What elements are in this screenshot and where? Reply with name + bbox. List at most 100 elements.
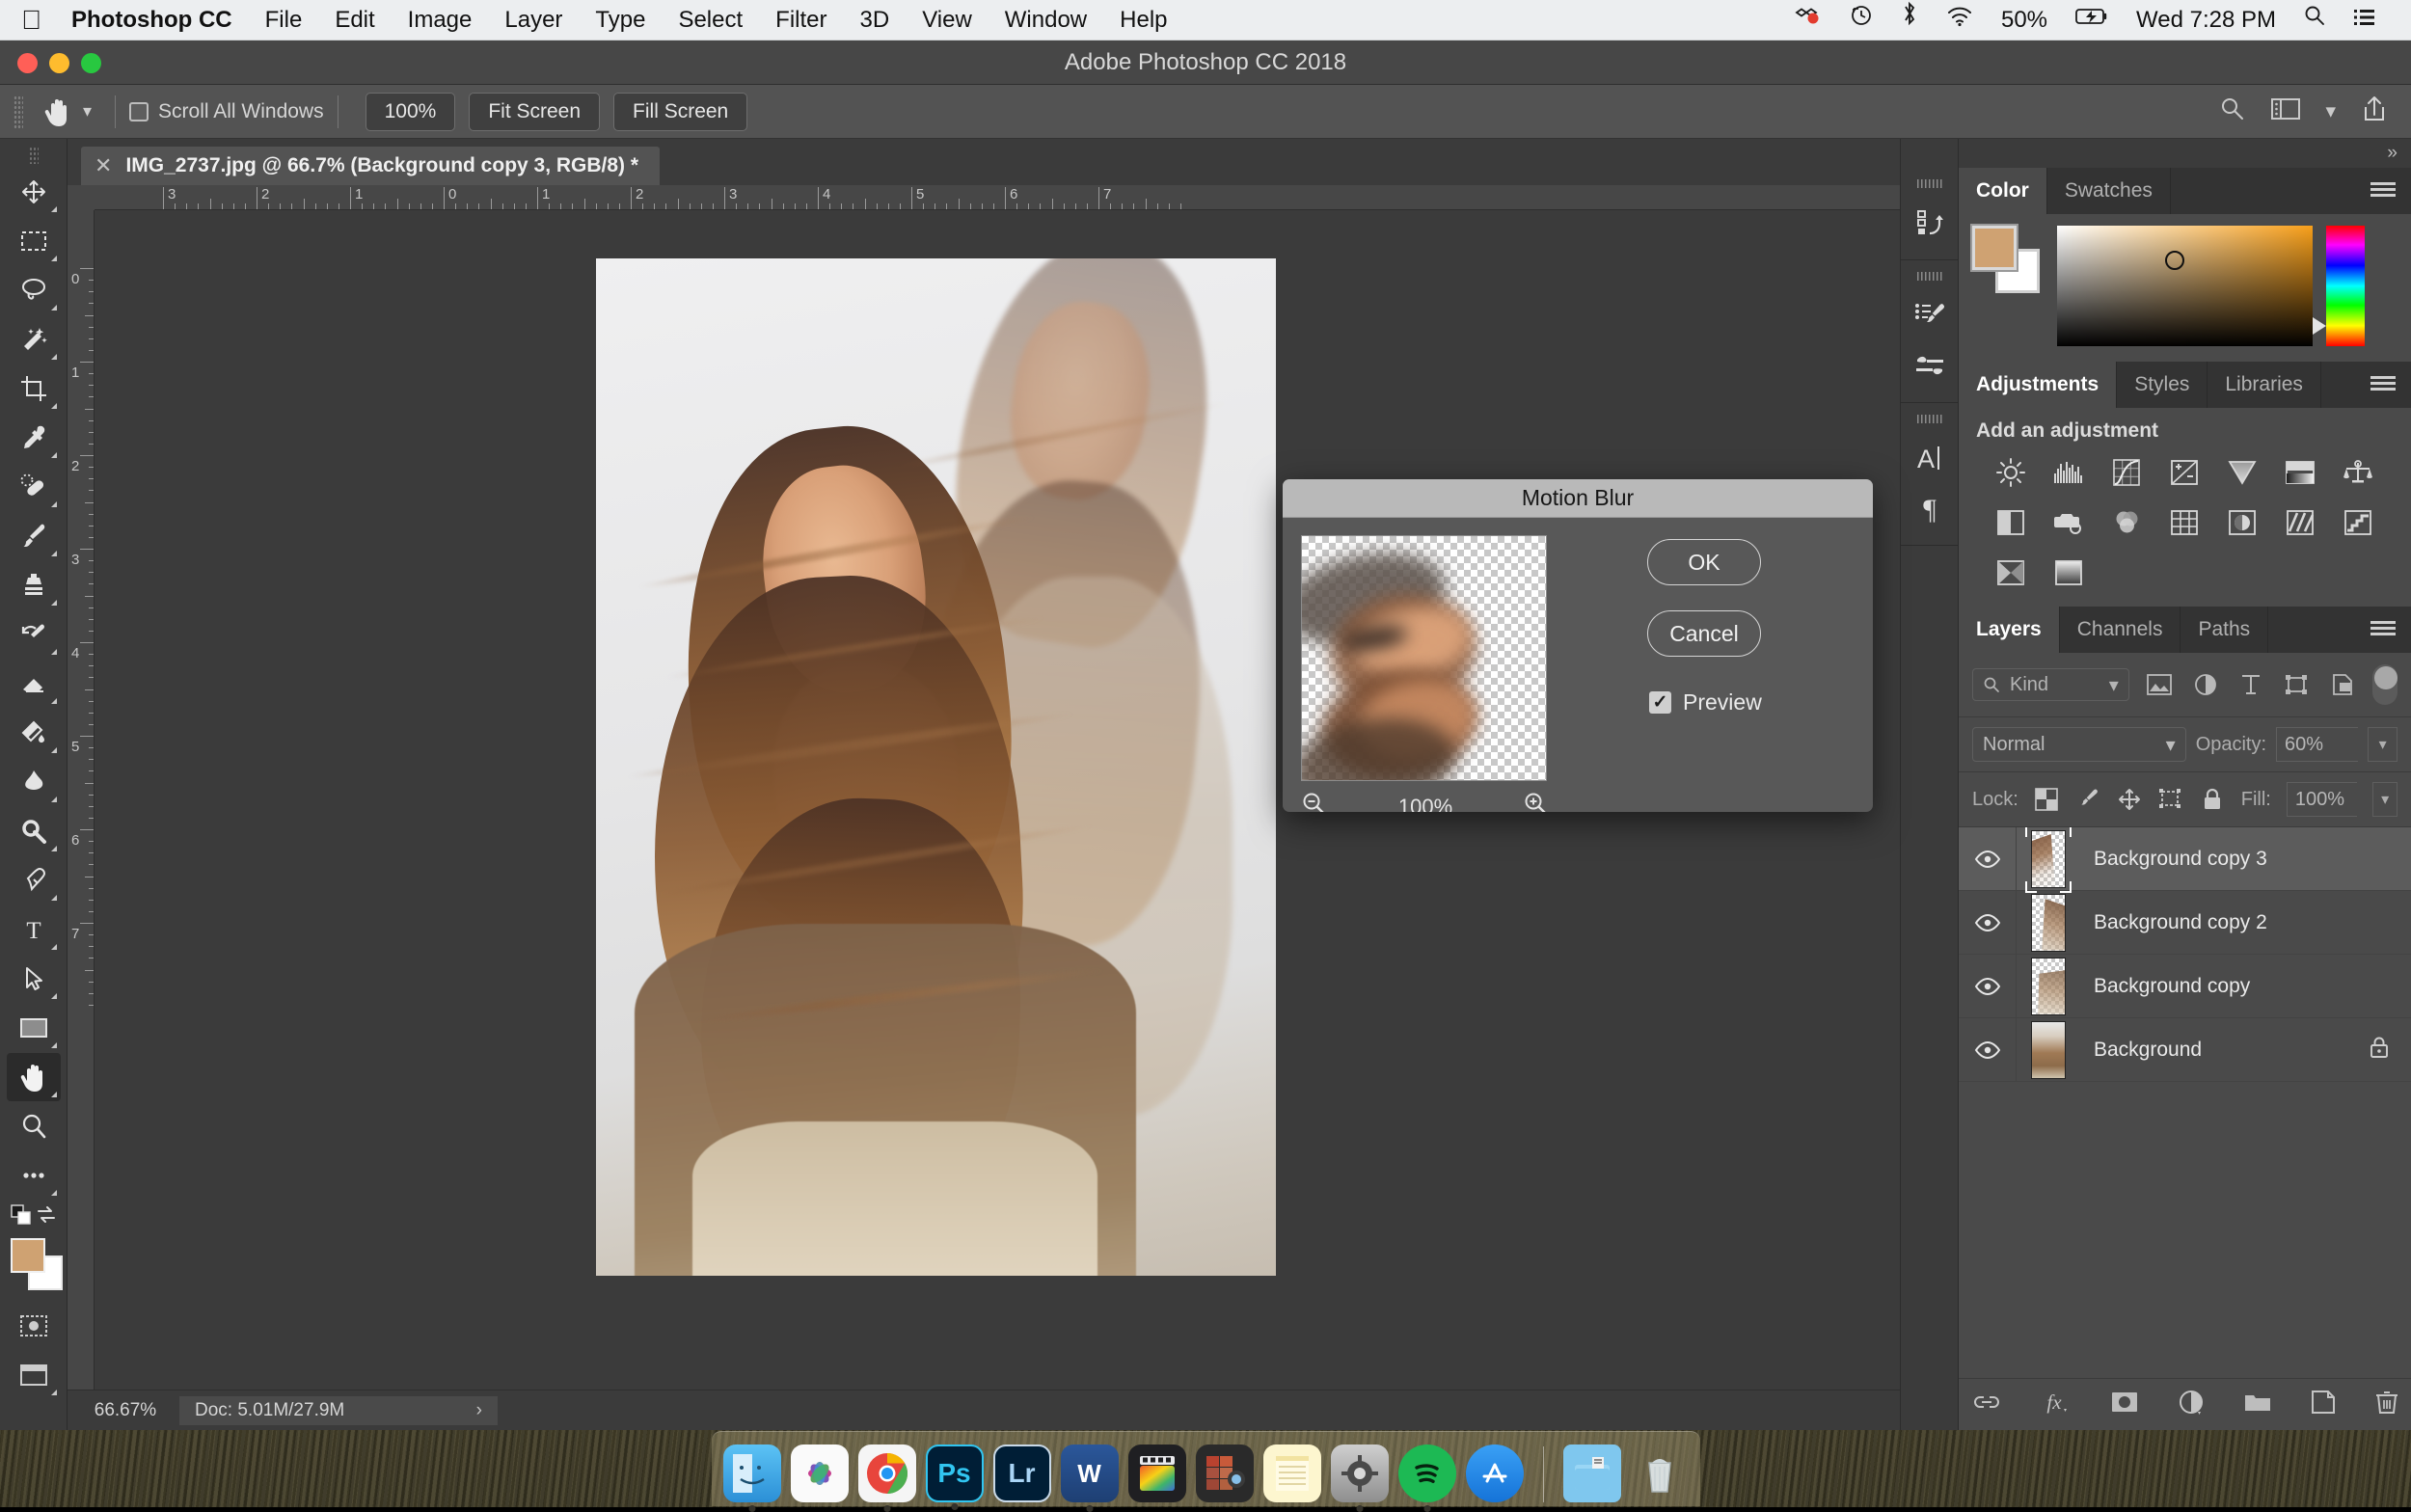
default-colors-icon[interactable] (11, 1204, 32, 1230)
invert-icon[interactable] (2223, 506, 2262, 539)
battery-charging-icon[interactable] (2061, 0, 2123, 40)
dock-app-spotify[interactable] (1398, 1444, 1456, 1502)
gradient-map-icon[interactable] (1991, 556, 2030, 589)
lock-artboard-icon[interactable] (2158, 783, 2184, 816)
new-layer-icon[interactable] (2312, 1390, 2335, 1418)
preview-checkbox[interactable]: ✓ Preview (1649, 689, 1762, 716)
table-row[interactable]: Background (1959, 1018, 2411, 1082)
status-expander-icon[interactable]: › (476, 1400, 482, 1421)
quick-mask-toggle[interactable] (7, 1302, 61, 1350)
opacity-chevron-icon[interactable]: ▾ (2368, 727, 2397, 762)
history-icon[interactable] (1905, 198, 1955, 248)
collapse-panels-icon[interactable]: » (1959, 139, 2411, 168)
toolbar-color-swatches[interactable] (7, 1236, 61, 1292)
dialog-preview-thumbnail[interactable] (1301, 535, 1547, 781)
dock-app-system-preferences[interactable] (1331, 1444, 1389, 1502)
layer-thumbnail-cell[interactable] (2017, 953, 2080, 1020)
table-row[interactable]: Background copy (1959, 955, 2411, 1018)
filter-type-icon[interactable] (2235, 668, 2265, 701)
brush-presets-icon[interactable] (1905, 290, 1955, 340)
layers-panel-menu-icon[interactable] (2370, 621, 2396, 638)
layer-visibility-toggle[interactable] (1959, 1018, 2017, 1082)
lock-image-icon[interactable] (2075, 783, 2101, 816)
layer-name[interactable]: Background copy 3 (2080, 848, 2267, 871)
vertical-ruler[interactable]: 01234567 (68, 210, 95, 1390)
vibrance-icon[interactable] (2223, 456, 2262, 489)
healing-brush-tool[interactable] (7, 463, 61, 511)
menu-type[interactable]: Type (579, 0, 662, 40)
menu-image[interactable]: Image (392, 0, 489, 40)
menu-window[interactable]: Window (989, 0, 1103, 40)
menu-file[interactable]: File (249, 0, 319, 40)
gradient-tool[interactable] (7, 709, 61, 757)
notification-center-icon[interactable] (2340, 0, 2390, 40)
toolbar-grip[interactable] (29, 147, 39, 164)
dock-app-notes[interactable] (1263, 1444, 1321, 1502)
dock-app-downloads[interactable] (1563, 1444, 1621, 1502)
pen-tool[interactable] (7, 856, 61, 904)
layer-thumbnail-cell[interactable] (2017, 827, 2080, 893)
dock-group-grip[interactable] (1917, 179, 1942, 188)
channel-mixer-icon[interactable] (2107, 506, 2146, 539)
crop-tool[interactable] (7, 364, 61, 413)
screen-mode-toggle[interactable] (7, 1351, 61, 1399)
layer-visibility-toggle[interactable] (1959, 955, 2017, 1018)
layer-thumbnail-cell[interactable] (2017, 889, 2080, 957)
paragraph-icon[interactable]: ¶ (1905, 483, 1955, 533)
posterize-icon[interactable] (2281, 506, 2319, 539)
window-traffic-lights[interactable] (17, 40, 101, 85)
adjustments-panel-menu-icon[interactable] (2370, 376, 2396, 393)
brush-settings-icon[interactable] (1905, 340, 1955, 391)
maximize-window-button[interactable] (81, 53, 101, 73)
tool-preset-chevron-icon[interactable]: ▾ (83, 101, 92, 122)
cancel-button[interactable]: Cancel (1647, 610, 1761, 657)
toolbar-foreground-swatch[interactable] (11, 1238, 45, 1273)
dock-app-finder[interactable] (723, 1444, 781, 1502)
path-selection-tool[interactable] (7, 955, 61, 1003)
blend-mode-select[interactable]: Normal ▾ (1972, 727, 2186, 762)
hue-saturation-icon[interactable] (2281, 456, 2319, 489)
wifi-icon[interactable] (1932, 0, 1988, 40)
layer-name[interactable]: Background copy (2080, 975, 2250, 998)
layer-thumbnail[interactable] (2031, 894, 2066, 952)
workspace-chevron-icon[interactable]: ▾ (2325, 99, 2336, 123)
dropbox-status-icon[interactable] (1779, 0, 1835, 40)
lock-position-icon[interactable] (2117, 783, 2143, 816)
menu-help[interactable]: Help (1103, 0, 1183, 40)
spotlight-search-icon[interactable] (2289, 0, 2340, 40)
fit-screen-button[interactable]: Fit Screen (469, 93, 600, 131)
dock-app-photoshop[interactable]: Ps (926, 1444, 984, 1502)
layer-thumbnail[interactable] (2031, 830, 2066, 888)
menu-view[interactable]: View (906, 0, 989, 40)
menubar-clock[interactable]: Wed 7:28 PM (2123, 0, 2289, 40)
filter-shape-icon[interactable] (2282, 668, 2312, 701)
menu-edit[interactable]: Edit (318, 0, 391, 40)
zoom-out-icon[interactable] (1301, 791, 1328, 812)
zoom-100-button[interactable]: 100% (366, 93, 456, 131)
layer-thumbnail-cell[interactable] (2017, 1016, 2080, 1084)
table-row[interactable]: Background copy 3 (1959, 827, 2411, 891)
layer-list[interactable]: Background copy 3 (1959, 827, 2411, 1378)
chevron-down-icon[interactable]: ▾ (2166, 733, 2176, 757)
eyedropper-tool[interactable] (7, 414, 61, 462)
menu-select[interactable]: Select (662, 0, 759, 40)
lock-transparent-icon[interactable] (2034, 783, 2060, 816)
dock-app-final-cut-pro[interactable] (1128, 1444, 1186, 1502)
minimize-window-button[interactable] (49, 53, 69, 73)
history-brush-tool[interactable] (7, 610, 61, 659)
fill-screen-button[interactable]: Fill Screen (613, 93, 747, 131)
move-tool[interactable] (7, 168, 61, 216)
time-machine-icon[interactable] (1835, 0, 1887, 40)
lasso-tool[interactable] (7, 266, 61, 314)
brightness-contrast-icon[interactable] (1991, 456, 2030, 489)
close-document-icon[interactable]: ✕ (95, 153, 112, 178)
add-mask-icon[interactable] (2111, 1391, 2138, 1418)
tab-styles[interactable]: Styles (2117, 362, 2208, 408)
search-icon[interactable] (2219, 95, 2246, 128)
bluetooth-icon[interactable] (1887, 0, 1932, 40)
close-window-button[interactable] (17, 53, 38, 73)
threshold-icon[interactable] (2339, 506, 2377, 539)
rectangular-marquee-tool[interactable] (7, 217, 61, 265)
hand-tool[interactable] (7, 1053, 61, 1101)
dock-group-grip-2[interactable] (1917, 272, 1942, 281)
